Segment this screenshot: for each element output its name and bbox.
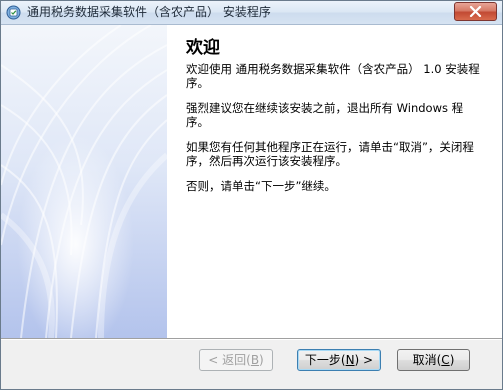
installer-window: 通用税务数据采集软件（含农产品） 安装程序 欢迎 欢迎使用 通用税务数据采集软件… xyxy=(0,0,503,390)
back-button-label: < 返回( xyxy=(208,353,251,367)
next-button-suffix: ) > xyxy=(354,353,374,367)
next-button-accesskey: N xyxy=(345,353,355,367)
button-area-divider xyxy=(1,338,502,340)
next-button-label: 下一步( xyxy=(304,353,346,367)
title-bar[interactable]: 通用税务数据采集软件（含农产品） 安装程序 xyxy=(1,1,502,25)
back-button[interactable]: < 返回(B) xyxy=(199,349,273,371)
window-title: 通用税务数据采集软件（含农产品） 安装程序 xyxy=(27,5,271,19)
welcome-content: 欢迎 欢迎使用 通用税务数据采集软件（含农产品） 1.0 安装程序。 强烈建议您… xyxy=(186,37,486,206)
close-button[interactable] xyxy=(454,2,497,21)
close-icon xyxy=(469,6,482,17)
installer-app-icon xyxy=(6,5,21,20)
close-programs-advice-text: 强烈建议您在继续该安装之前，退出所有 Windows 程序。 xyxy=(186,101,464,129)
cancel-button-suffix: ) xyxy=(449,353,455,367)
wizard-client-area: 欢迎 欢迎使用 通用税务数据采集软件（含农产品） 1.0 安装程序。 强烈建议您… xyxy=(1,25,502,338)
welcome-intro-text: 欢迎使用 通用税务数据采集软件（含农产品） 1.0 安装程序。 xyxy=(186,62,480,90)
back-button-accesskey: B xyxy=(250,353,260,367)
back-button-suffix: ) xyxy=(259,353,264,367)
cancel-button[interactable]: 取消(C) xyxy=(397,349,470,371)
continue-instruction-text: 否则，请单击“下一步”继续。 xyxy=(186,179,336,193)
next-button[interactable]: 下一步(N) > xyxy=(297,349,381,371)
wizard-side-banner xyxy=(1,25,167,338)
welcome-heading: 欢迎 xyxy=(186,38,220,58)
cancel-button-accesskey: C xyxy=(441,353,450,367)
cancel-button-label: 取消( xyxy=(412,353,442,367)
cancel-instruction-text: 如果您有任何其他程序正在运行，请单击“取消”，关闭程序，然后再次运行该安装程序。 xyxy=(186,140,474,168)
